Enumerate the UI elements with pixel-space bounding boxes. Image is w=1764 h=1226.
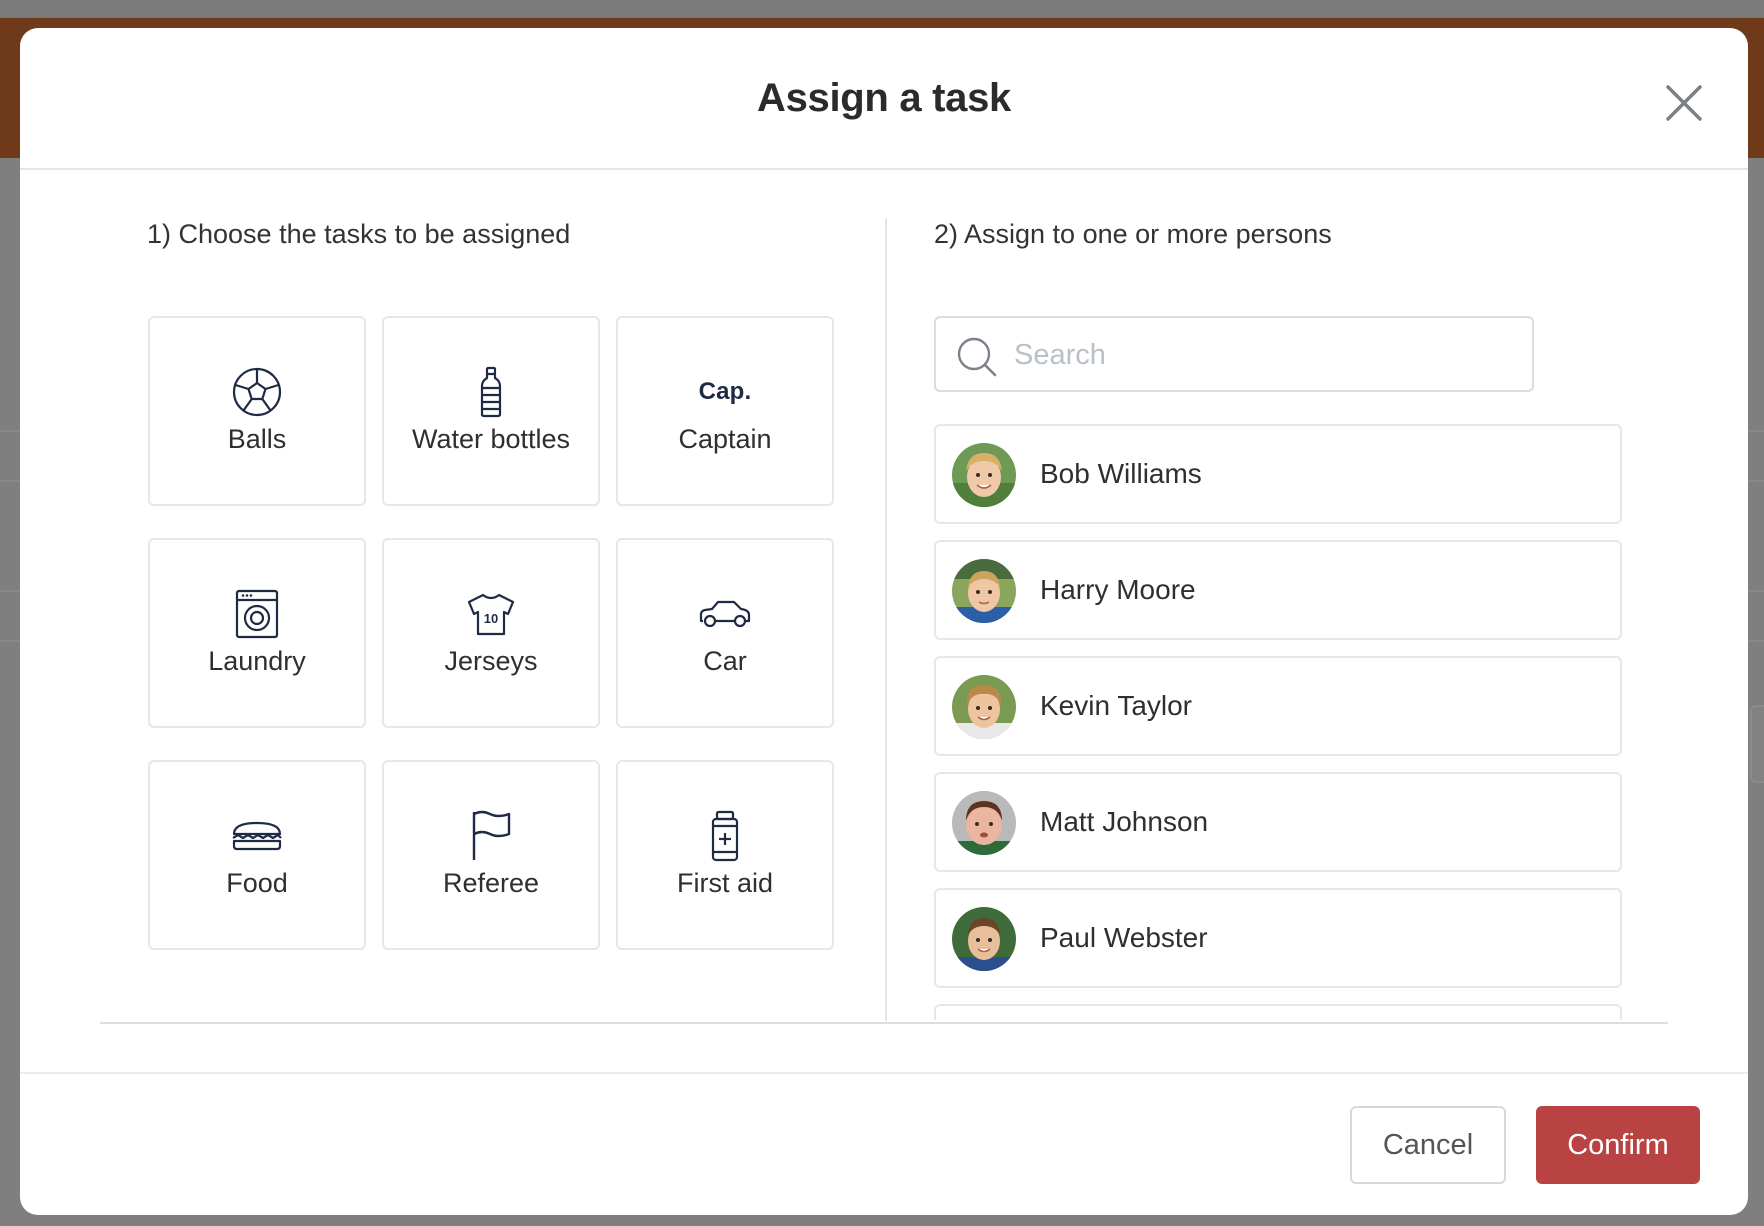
background-button-peek [1750,705,1764,783]
avatar [952,791,1016,855]
avatar [952,675,1016,739]
task-card-jerseys[interactable]: 10 Jerseys [382,538,600,728]
task-card-balls[interactable]: Balls [148,316,366,506]
background-topbar [0,0,1764,18]
task-label: Balls [227,424,287,454]
person-name: Bob Williams [1040,458,1202,489]
jersey-number: 10 [484,611,498,626]
person-name: Harry Moore [1040,574,1196,605]
task-label: Captain [678,424,772,454]
task-label: Laundry [208,646,306,676]
person-row[interactable]: Bob Williams [934,424,1622,524]
close-icon [1666,85,1702,121]
sandwich-icon [232,821,282,851]
person-row[interactable]: Harry Moore [934,540,1622,640]
task-card-referee[interactable]: Referee [382,760,600,950]
washing-machine-icon [235,589,279,639]
content-bottom-divider [100,1022,1668,1024]
task-label: Water bottles [411,424,571,454]
task-card-captain[interactable]: Cap. Captain [616,316,834,506]
person-row[interactable]: Matt Johnson [934,772,1622,872]
confirm-button[interactable]: Confirm [1536,1106,1700,1184]
task-label: First aid [676,868,774,898]
person-name: Kevin Taylor [1040,690,1193,721]
tasks-section-label: 1) Choose the tasks to be assigned [147,219,571,249]
avatar [952,559,1016,623]
modal-title: Assign a task [757,76,1011,120]
person-row[interactable]: Paul Webster [934,888,1622,988]
avatar [952,907,1016,971]
task-card-food[interactable]: Food [148,760,366,950]
captain-icon: Cap. [698,378,752,405]
jersey-icon: 10 [467,593,515,636]
close-button[interactable] [1657,76,1711,130]
person-row[interactable]: Kevin Taylor [934,656,1622,756]
car-icon [699,600,751,628]
avatar [952,443,1016,507]
task-card-laundry[interactable]: Laundry [148,538,366,728]
search-input[interactable] [1014,330,1514,380]
task-card-water-bottles[interactable]: Water bottles [382,316,600,506]
water-bottle-icon [480,366,502,418]
search-box[interactable] [934,316,1534,392]
person-list[interactable]: Bob Williams Harry Moore Kevin Taylor Ma… [934,424,1622,1020]
cancel-button[interactable]: Cancel [1350,1106,1506,1184]
task-label: Jerseys [444,646,538,676]
task-card-car[interactable]: Car [616,538,834,728]
flag-icon [472,810,511,860]
column-divider [885,218,887,1021]
assign-task-modal: Assign a task 1) Choose the tasks to be … [20,28,1748,1215]
modal-header: Assign a task [20,28,1748,170]
search-icon [957,337,997,377]
person-name: Paul Webster [1040,922,1208,953]
footer-divider [20,1072,1748,1074]
person-row-partial[interactable] [934,1004,1622,1020]
task-card-first-aid[interactable]: First aid [616,760,834,950]
persons-section-label: 2) Assign to one or more persons [934,219,1332,249]
first-aid-icon [711,810,739,862]
person-name: Matt Johnson [1040,806,1209,837]
task-label: Referee [442,868,540,898]
task-label: Car [703,646,747,676]
task-label: Food [226,868,288,898]
ball-icon [232,367,282,417]
